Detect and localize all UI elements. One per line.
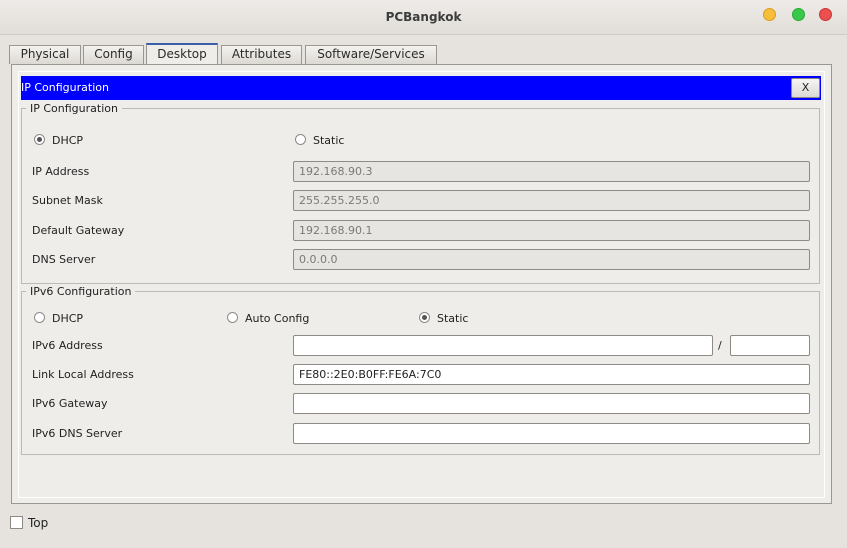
window-title: PCBangkok: [385, 10, 462, 24]
panel-title-bar: IP Configuration: [21, 76, 821, 100]
ipv4-group-legend: IP Configuration: [30, 102, 118, 115]
ipv6-auto-config-radio[interactable]: [227, 312, 238, 323]
dns-server-field[interactable]: [293, 249, 810, 270]
top-checkbox-label: Top: [28, 516, 49, 530]
ipv6-address-label: IPv6 Address: [32, 339, 103, 352]
ipv6-group-legend: IPv6 Configuration: [30, 285, 132, 298]
maximize-button[interactable]: [792, 8, 805, 21]
subnet-mask-label: Subnet Mask: [32, 194, 103, 207]
ipv4-dhcp-label: DHCP: [52, 134, 84, 147]
ipv6-static-label: Static: [437, 312, 469, 325]
ipv6-dns-server-label: IPv6 DNS Server: [32, 427, 123, 440]
title-bar: PCBangkok: [0, 0, 847, 35]
subnet-mask-field[interactable]: [293, 190, 810, 211]
tab-desktop[interactable]: Desktop: [146, 43, 218, 65]
prefix-separator: /: [718, 339, 722, 352]
panel-title: IP Configuration: [21, 81, 109, 94]
ipv6-gateway-field[interactable]: [293, 393, 810, 414]
ipv6-prefix-length-field[interactable]: [730, 335, 810, 356]
ipv6-auto-config-label: Auto Config: [245, 312, 310, 325]
ipv4-static-radio[interactable]: [295, 134, 306, 145]
default-gateway-label: Default Gateway: [32, 224, 125, 237]
link-local-address-label: Link Local Address: [32, 368, 134, 381]
ip-address-label: IP Address: [32, 165, 90, 178]
ipv6-address-field[interactable]: [293, 335, 713, 356]
ipv6-dhcp-label: DHCP: [52, 312, 84, 325]
close-panel-button[interactable]: X: [791, 78, 820, 98]
ip-address-field[interactable]: [293, 161, 810, 182]
link-local-address-field[interactable]: [293, 364, 810, 385]
minimize-button[interactable]: [763, 8, 776, 21]
tab-config[interactable]: Config: [83, 45, 144, 64]
tab-attributes[interactable]: Attributes: [221, 45, 302, 64]
default-gateway-field[interactable]: [293, 220, 810, 241]
ipv4-static-label: Static: [313, 134, 345, 147]
ipv6-dhcp-radio[interactable]: [34, 312, 45, 323]
ipv4-dhcp-radio[interactable]: [34, 134, 45, 145]
dns-server-label: DNS Server: [32, 253, 96, 266]
ipv6-gateway-label: IPv6 Gateway: [32, 397, 108, 410]
ipv6-static-radio[interactable]: [419, 312, 430, 323]
ipv6-dns-server-field[interactable]: [293, 423, 810, 444]
tab-physical[interactable]: Physical: [9, 45, 81, 64]
close-window-button[interactable]: [819, 8, 832, 21]
top-checkbox[interactable]: [10, 516, 23, 529]
tab-software-services[interactable]: Software/Services: [305, 45, 437, 64]
